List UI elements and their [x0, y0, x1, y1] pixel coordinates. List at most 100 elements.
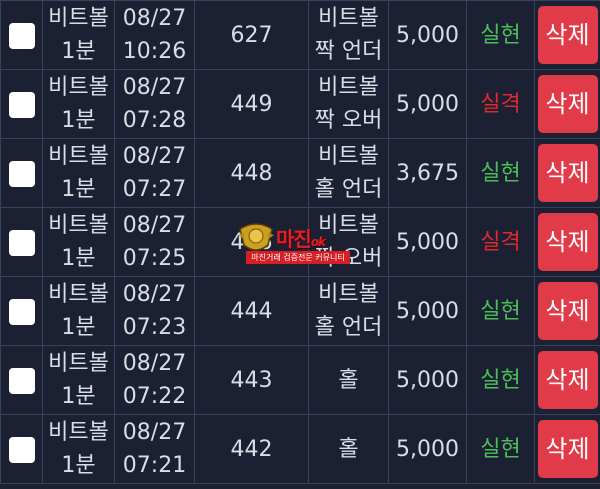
delete-button[interactable]: 삭제 [537, 420, 598, 478]
round-number: 443 [194, 345, 309, 415]
game-interval: 1분 [61, 384, 96, 409]
result-status: 실현 [466, 345, 535, 415]
bet-history-table: 비트볼 1분 08/27 10:26 627 비트볼 짝 언더 5,000 실현 삭제 비트볼 1분 0… [0, 0, 600, 484]
bet-date: 08/27 [122, 420, 187, 445]
row-select-cell [0, 69, 43, 139]
table-row: 비트볼 1분 08/27 07:21 442 홀 5,000 실현 삭제 [0, 414, 600, 484]
result-status: 실현 [466, 0, 535, 70]
table-row: 비트볼 1분 08/27 07:28 449 비트볼 짝 오버 5,000 실격 삭제 [0, 69, 600, 139]
delete-button[interactable]: 삭제 [537, 282, 598, 340]
bet-time: 07:25 [122, 246, 187, 271]
table-row: 비트볼 1분 08/27 07:25 446 비트볼 짝 오버 5,000 실격 삭제 [0, 207, 600, 277]
bet-amount: 5,000 [388, 345, 467, 415]
result-status: 실현 [466, 138, 535, 208]
table-row: 비트볼 1분 08/27 07:27 448 비트볼 홀 언더 3,675 실현 삭제 [0, 138, 600, 208]
bet-time-cell: 08/27 07:28 [114, 69, 195, 139]
bet-time: 07:23 [122, 315, 187, 340]
delete-button[interactable]: 삭제 [537, 75, 598, 133]
game-interval: 1분 [61, 453, 96, 478]
game-name: 비트볼 [48, 213, 109, 238]
round-number: 448 [194, 138, 309, 208]
row-select-cell [0, 0, 43, 70]
bet-time: 07:21 [122, 453, 187, 478]
row-select-checkbox[interactable] [8, 229, 35, 256]
bet-amount: 5,000 [388, 276, 467, 346]
table-row: 비트볼 1분 08/27 07:23 444 비트볼 홀 언더 5,000 실현 삭제 [0, 276, 600, 346]
result-status: 실격 [466, 69, 535, 139]
result-status: 실현 [466, 276, 535, 346]
game-interval: 1분 [61, 108, 96, 133]
delete-button[interactable]: 삭제 [537, 144, 598, 202]
bet-time: 07:28 [122, 108, 187, 133]
game-name: 비트볼 [48, 282, 109, 307]
bet-date: 08/27 [122, 6, 187, 31]
pick-choice: 홀 언더 [314, 177, 383, 202]
bet-amount: 5,000 [388, 0, 467, 70]
bet-time-cell: 08/27 10:26 [114, 0, 195, 70]
result-status: 실현 [466, 414, 535, 484]
game-interval: 1분 [61, 177, 96, 202]
bet-date: 08/27 [122, 213, 187, 238]
pick-cell: 비트볼 짝 오버 [308, 207, 389, 277]
game-interval: 1분 [61, 39, 96, 64]
row-select-cell [0, 276, 43, 346]
bet-time-cell: 08/27 07:22 [114, 345, 195, 415]
table-row: 비트볼 1분 08/27 10:26 627 비트볼 짝 언더 5,000 실현 삭제 [0, 0, 600, 70]
round-number: 446 [194, 207, 309, 277]
delete-button[interactable]: 삭제 [537, 6, 598, 64]
bet-time-cell: 08/27 07:27 [114, 138, 195, 208]
pick-cell: 홀 [308, 414, 389, 484]
game-name-cell: 비트볼 1분 [42, 345, 115, 415]
bet-time-cell: 08/27 07:25 [114, 207, 195, 277]
pick-cell: 비트볼홀 언더 [308, 276, 389, 346]
row-select-checkbox[interactable] [8, 160, 35, 187]
row-select-checkbox[interactable] [8, 367, 35, 394]
row-select-checkbox[interactable] [8, 436, 35, 463]
bet-date: 08/27 [122, 282, 187, 307]
bet-amount: 5,000 [388, 414, 467, 484]
pick-choice: 홀 [338, 436, 359, 462]
bet-time-cell: 08/27 07:23 [114, 276, 195, 346]
game-interval: 1분 [61, 315, 96, 340]
bet-rows: 비트볼 1분 08/27 10:26 627 비트볼 짝 언더 5,000 실현 삭제 비트볼 1분 0… [0, 0, 600, 484]
pick-choice: 짝 오버 [314, 108, 383, 133]
delete-button[interactable]: 삭제 [537, 213, 598, 271]
row-select-checkbox[interactable] [8, 22, 35, 49]
bet-amount: 5,000 [388, 69, 467, 139]
pick-game: 비트볼 [318, 282, 379, 307]
pick-game: 비트볼 [318, 75, 379, 100]
pick-cell: 홀 [308, 345, 389, 415]
bet-history-screen: 비트볼 1분 08/27 10:26 627 비트볼 짝 언더 5,000 실현 삭제 비트볼 1분 0… [0, 0, 600, 489]
result-status: 실격 [466, 207, 535, 277]
row-select-cell [0, 207, 43, 277]
row-select-checkbox[interactable] [8, 298, 35, 325]
game-name-cell: 비트볼 1분 [42, 138, 115, 208]
bet-time: 10:26 [122, 39, 187, 64]
bet-amount: 3,675 [388, 138, 467, 208]
pick-cell: 비트볼 짝 언더 [308, 0, 389, 70]
table-row: 비트볼 1분 08/27 07:22 443 홀 5,000 실현 삭제 [0, 345, 600, 415]
game-name-cell: 비트볼 1분 [42, 414, 115, 484]
game-name-cell: 비트볼 1분 [42, 276, 115, 346]
game-name-cell: 비트볼 1분 [42, 0, 115, 70]
round-number: 627 [194, 0, 309, 70]
pick-cell: 비트볼 홀 언더 [308, 138, 389, 208]
action-cell: 삭제 [534, 0, 600, 70]
action-cell: 삭제 [534, 414, 600, 484]
pick-choice: 홀 언더 [314, 315, 383, 340]
game-name-cell: 비트볼 1분 [42, 69, 115, 139]
action-cell: 삭제 [534, 207, 600, 277]
pick-choice: 짝 언더 [314, 39, 383, 64]
pick-cell: 비트볼짝 오버 [308, 69, 389, 139]
row-select-checkbox[interactable] [8, 91, 35, 118]
game-name: 비트볼 [48, 420, 109, 445]
bet-date: 08/27 [122, 144, 187, 169]
bet-time: 07:27 [122, 177, 187, 202]
bet-amount: 5,000 [388, 207, 467, 277]
row-select-cell [0, 414, 43, 484]
game-name: 비트볼 [48, 75, 109, 100]
bet-date: 08/27 [122, 75, 187, 100]
pick-choice: 짝 오버 [314, 246, 383, 271]
game-name: 비트볼 [48, 351, 109, 376]
delete-button[interactable]: 삭제 [537, 351, 598, 409]
